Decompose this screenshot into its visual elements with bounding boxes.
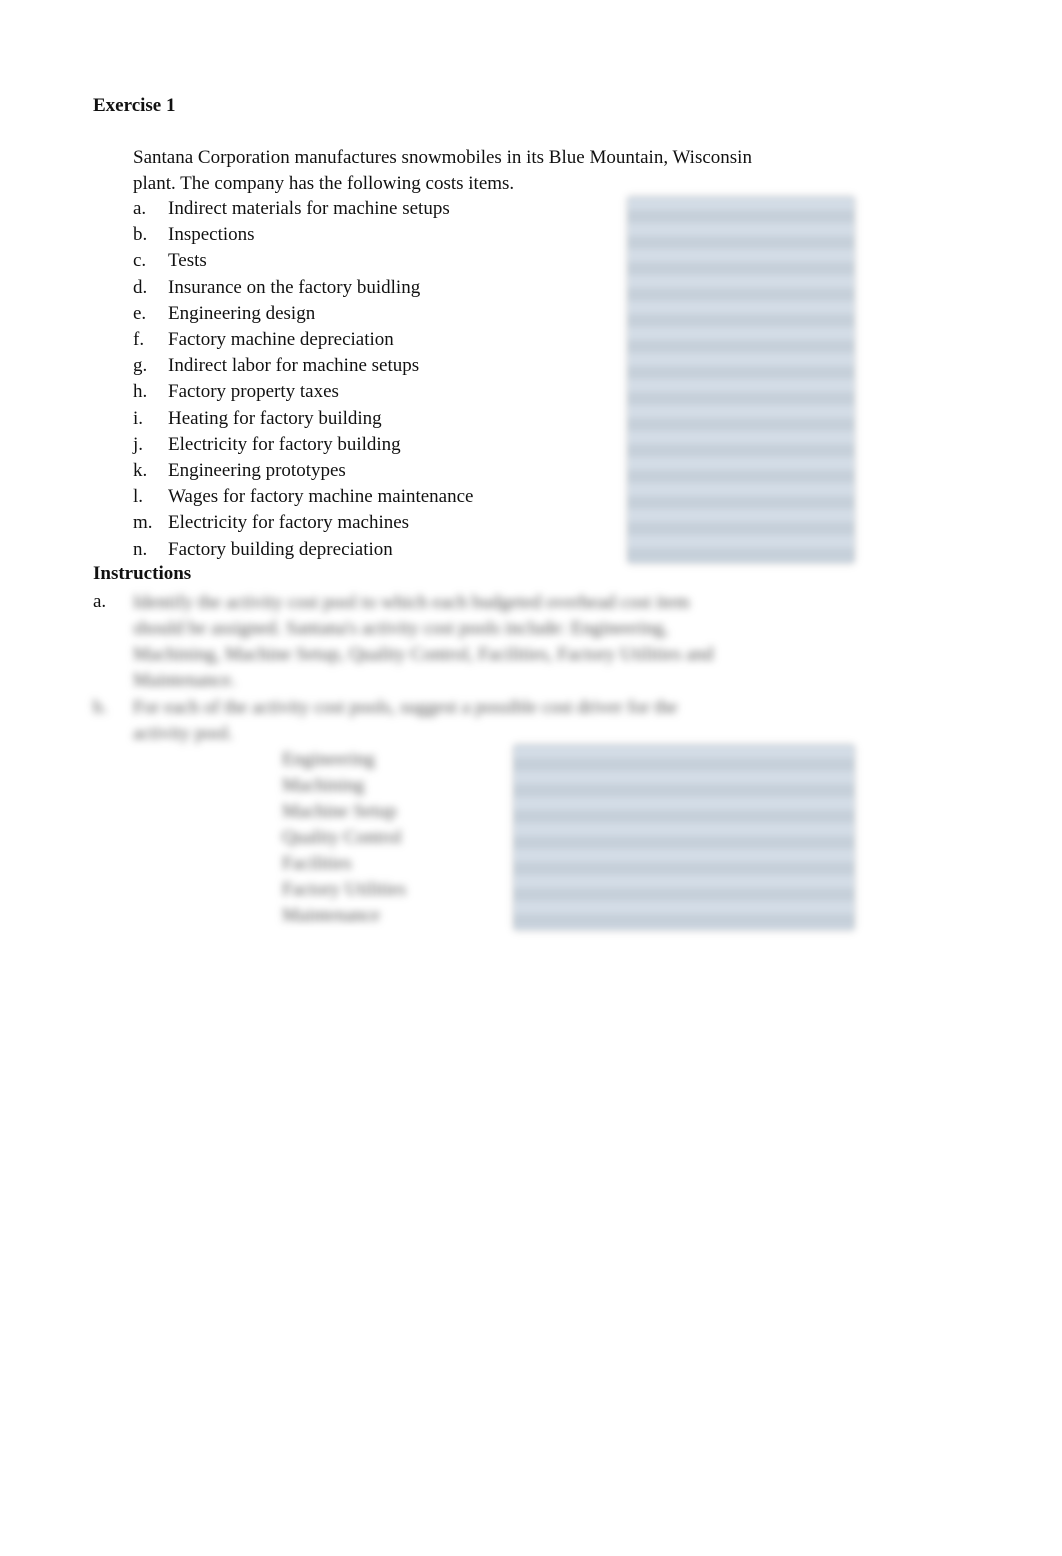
- cost-item: c. Tests: [133, 248, 207, 274]
- instruction-a-text: Identify the activity cost pool to which…: [133, 590, 813, 694]
- cost-item-text: Factory machine depreciation: [168, 329, 394, 350]
- answer-row: [514, 823, 854, 849]
- cost-item: g. Indirect labor for machine setups: [133, 353, 419, 379]
- instruction-b-letter: b.: [93, 697, 108, 718]
- cost-item-letter: a.: [133, 198, 147, 219]
- cost-item-text: Indirect materials for machine setups: [168, 198, 450, 219]
- cost-item-text: Indirect labor for machine setups: [168, 355, 420, 377]
- exercise-title: Exercise 1: [93, 95, 176, 116]
- cost-item-text: Engineering design: [168, 302, 316, 324]
- answer-row: [514, 901, 854, 927]
- pool-list: Engineering Machining Machine Setup Quality…: [282, 747, 406, 929]
- cost-item: f. Factory machine depreciation: [133, 327, 394, 353]
- instruction-a-letter: a.: [93, 591, 107, 612]
- cost-item-text: Electricity for factory building: [168, 433, 401, 455]
- answer-row: [514, 745, 854, 771]
- answer-row: [628, 431, 854, 457]
- cost-item-letter: j.: [133, 433, 144, 455]
- cost-item-letter: b.: [133, 224, 148, 246]
- cost-item-text: Inspections: [168, 224, 255, 246]
- cost-item-letter: i.: [133, 407, 144, 429]
- pool-name: Quality Control: [282, 827, 402, 848]
- intro-line-1: Santana Corporation manufactures snowmob…: [133, 147, 752, 168]
- cost-item-letter: g.: [133, 355, 148, 377]
- cost-item: e. Engineering design: [133, 301, 315, 327]
- answer-row: [628, 509, 854, 535]
- instruction-a-line: Machining, Machine Setup, Quality Contro…: [133, 644, 714, 665]
- intro-line-2: plant. The company has the following cos…: [133, 173, 515, 194]
- cost-item: i. Heating for factory building: [133, 406, 382, 432]
- cost-item: l. Wages for factory machine maintenance: [133, 484, 473, 510]
- answer-row: [628, 223, 854, 249]
- answer-row: [628, 353, 854, 379]
- cost-item-text: Heating for factory building: [168, 407, 382, 429]
- pool-name: Facilities: [282, 853, 352, 874]
- cost-item-text: Wages for factory machine maintenance: [168, 486, 474, 508]
- answer-row: [514, 771, 854, 797]
- cost-item-letter: e.: [133, 302, 147, 324]
- answer-row: [628, 249, 854, 275]
- cost-item: d. Insurance on the factory buidling: [133, 275, 420, 301]
- pool-name: Factory Utilities: [282, 879, 407, 900]
- cost-item: a. Indirect materials for machine setups: [133, 196, 450, 222]
- answer-row: [628, 379, 854, 405]
- answer-row: [514, 797, 854, 823]
- cost-item: j. Electricity for factory building: [133, 432, 401, 458]
- cost-item-letter: m.: [133, 512, 153, 534]
- cost-item-text: Insurance on the factory buidling: [168, 276, 421, 298]
- instruction-a-line: Identify the activity cost pool to which…: [133, 592, 690, 613]
- pool-name: Machining: [282, 775, 365, 796]
- cost-item-letter: k.: [133, 460, 148, 481]
- cost-item-letter: c.: [133, 250, 147, 272]
- answer-row: [514, 849, 854, 875]
- cost-item-letter: l.: [133, 486, 144, 508]
- answer-row: [628, 327, 854, 353]
- cost-item: k. Engineering prototypes: [133, 458, 346, 484]
- instruction-b-text: For each of the activity cost pools, sug…: [133, 695, 813, 747]
- pool-name: Engineering: [282, 749, 375, 770]
- instruction-a-line: should be assigned. Santana's activity c…: [133, 618, 669, 639]
- answer-row: [628, 405, 854, 431]
- cost-item-text: Factory property taxes: [168, 381, 339, 403]
- instruction-b-line: activity pool.: [133, 723, 234, 744]
- answer-row: [628, 275, 854, 301]
- cost-item-text: Factory building depreciation: [168, 538, 393, 560]
- answer-row: [628, 301, 854, 327]
- cost-item-text: Electricity for factory machines: [168, 512, 410, 534]
- instruction-a-line: Maintenance.: [133, 670, 236, 691]
- answer-row: [628, 457, 854, 483]
- answer-box-pools: [514, 745, 854, 930]
- instruction-b-line: For each of the activity cost pools, sug…: [133, 697, 678, 718]
- cost-item: b. Inspections: [133, 222, 255, 248]
- cost-item-letter: d.: [133, 276, 148, 298]
- pool-name: Machine Setup: [282, 801, 397, 822]
- cost-item-letter: f.: [133, 329, 145, 350]
- pool-name: Maintenance: [282, 905, 381, 926]
- cost-item-text: Engineering prototypes: [168, 460, 346, 481]
- cost-item-letter: n.: [133, 538, 148, 560]
- answer-box-items: [628, 197, 854, 563]
- intro-paragraph: Santana Corporation manufactures snowmob…: [133, 145, 752, 197]
- answer-row: [514, 875, 854, 901]
- instructions-title: Instructions: [93, 563, 192, 584]
- answer-row: [628, 535, 854, 561]
- answer-row: [628, 197, 854, 223]
- cost-item: n. Factory building depreciation: [133, 537, 393, 563]
- cost-item: h. Factory property taxes: [133, 379, 339, 405]
- cost-item: m. Electricity for factory machines: [133, 510, 409, 536]
- answer-row: [628, 483, 854, 509]
- cost-item-text: Tests: [168, 250, 207, 272]
- cost-item-letter: h.: [133, 381, 148, 403]
